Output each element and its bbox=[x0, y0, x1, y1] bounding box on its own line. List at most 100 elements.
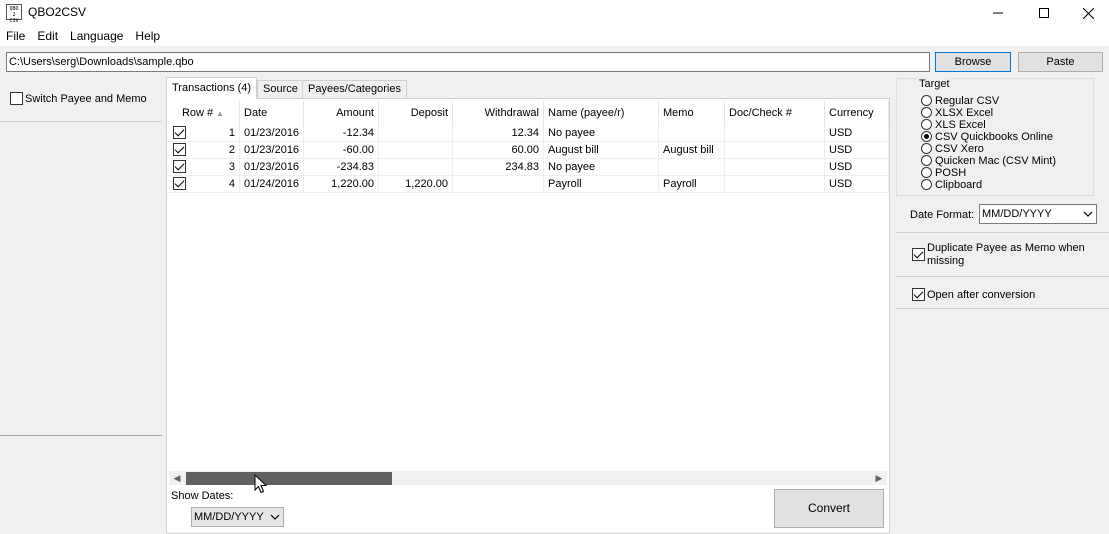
cell-memo bbox=[659, 125, 725, 142]
convert-button[interactable]: Convert bbox=[774, 489, 884, 528]
cell-date: 01/23/2016 bbox=[240, 159, 304, 176]
radio-quicken-mac[interactable] bbox=[921, 155, 932, 166]
cell-doc bbox=[725, 142, 825, 159]
cell-doc bbox=[725, 159, 825, 176]
transactions-panel: Row # ▲ Date Amount Deposit Withdrawal Na… bbox=[166, 98, 890, 534]
menu-language[interactable]: Language bbox=[64, 26, 129, 46]
minimize-button[interactable] bbox=[975, 0, 1021, 26]
duplicate-payee-label[interactable]: Duplicate Payee as Memo when missing bbox=[927, 242, 1097, 268]
cell-memo bbox=[659, 159, 725, 176]
app-icon: QBO 2 CSV bbox=[6, 4, 22, 24]
table-row[interactable]: 1 01/23/2016 -12.34 12.34 No payee USD bbox=[167, 125, 889, 142]
cell-withdrawal: 12.34 bbox=[453, 125, 544, 142]
close-button[interactable] bbox=[1065, 0, 1109, 26]
col-deposit[interactable]: Deposit bbox=[379, 101, 453, 125]
cell-row: 1 bbox=[167, 125, 240, 142]
open-after-label[interactable]: Open after conversion bbox=[927, 289, 1035, 301]
cell-row: 4 bbox=[167, 176, 240, 193]
radio-label[interactable]: CSV Quickbooks Online bbox=[935, 131, 1053, 143]
mouse-cursor-icon bbox=[254, 474, 268, 494]
scrollbar-thumb[interactable] bbox=[186, 472, 392, 485]
col-memo[interactable]: Memo bbox=[659, 101, 725, 125]
row-checkbox[interactable] bbox=[173, 126, 186, 139]
menu-help[interactable]: Help bbox=[129, 26, 166, 46]
radio-xlsx-excel[interactable] bbox=[921, 107, 932, 118]
show-dates-select[interactable]: MM/DD/YYYY bbox=[191, 507, 284, 527]
tab-source[interactable]: Source bbox=[257, 80, 304, 98]
scroll-left-icon[interactable]: ◀ bbox=[169, 471, 185, 485]
row-checkbox[interactable] bbox=[173, 160, 186, 173]
tab-transactions[interactable]: Transactions (4) bbox=[166, 77, 258, 99]
col-doc-check[interactable]: Doc/Check # bbox=[725, 101, 825, 125]
minimize-icon bbox=[993, 12, 1003, 14]
table-row[interactable]: 2 01/23/2016 -60.00 60.00 August bill Au… bbox=[167, 142, 889, 159]
switch-payee-memo-label[interactable]: Switch Payee and Memo bbox=[25, 93, 147, 105]
cell-name: No payee bbox=[544, 159, 659, 176]
radio-label[interactable]: POSH bbox=[935, 167, 966, 179]
divider bbox=[896, 308, 1109, 309]
cell-amount: -60.00 bbox=[304, 142, 379, 159]
radio-csv-xero[interactable] bbox=[921, 143, 932, 154]
cell-amount: -12.34 bbox=[304, 125, 379, 142]
target-title: Target bbox=[918, 78, 951, 90]
date-format-select[interactable]: MM/DD/YYYY bbox=[979, 204, 1097, 224]
radio-posh[interactable] bbox=[921, 167, 932, 178]
col-withdrawal[interactable]: Withdrawal bbox=[453, 101, 544, 125]
cell-date: 01/23/2016 bbox=[240, 125, 304, 142]
col-currency[interactable]: Currency bbox=[825, 101, 889, 125]
divider bbox=[896, 276, 1109, 277]
close-icon bbox=[1082, 7, 1094, 19]
table-row[interactable]: 4 01/24/2016 1,220.00 1,220.00 Payroll P… bbox=[167, 176, 889, 193]
cell-currency: USD bbox=[825, 142, 889, 159]
radio-label[interactable]: Regular CSV bbox=[935, 95, 999, 107]
radio-regular-csv[interactable] bbox=[921, 95, 932, 106]
cell-row: 2 bbox=[167, 142, 240, 159]
radio-xls-excel[interactable] bbox=[921, 119, 932, 130]
file-path-input[interactable]: C:\Users\serg\Downloads\sample.qbo bbox=[6, 52, 930, 72]
browse-button[interactable]: Browse bbox=[935, 52, 1011, 72]
radio-label[interactable]: Quicken Mac (CSV Mint) bbox=[935, 155, 1056, 167]
cell-row: 3 bbox=[167, 159, 240, 176]
cell-date: 01/24/2016 bbox=[240, 176, 304, 193]
open-after-checkbox[interactable] bbox=[912, 288, 925, 301]
col-amount[interactable]: Amount bbox=[304, 101, 379, 125]
paste-button[interactable]: Paste bbox=[1018, 52, 1103, 72]
cell-withdrawal: 60.00 bbox=[453, 142, 544, 159]
radio-csv-quickbooks-online[interactable] bbox=[921, 131, 932, 142]
cell-memo: August bill bbox=[659, 142, 725, 159]
row-checkbox[interactable] bbox=[173, 143, 186, 156]
menu-file[interactable]: File bbox=[0, 26, 31, 46]
row-checkbox[interactable] bbox=[173, 177, 186, 190]
radio-clipboard[interactable] bbox=[921, 179, 932, 190]
col-name[interactable]: Name (payee/r) bbox=[544, 101, 659, 125]
cell-currency: USD bbox=[825, 125, 889, 142]
cell-memo: Payroll bbox=[659, 176, 725, 193]
cell-deposit: 1,220.00 bbox=[379, 176, 453, 193]
switch-payee-memo-checkbox[interactable] bbox=[10, 92, 23, 105]
cell-date: 01/23/2016 bbox=[240, 142, 304, 159]
cell-doc bbox=[725, 176, 825, 193]
col-row[interactable]: Row # ▲ bbox=[167, 101, 240, 125]
menu-edit[interactable]: Edit bbox=[31, 26, 64, 46]
cell-name: August bill bbox=[544, 142, 659, 159]
chevron-down-icon bbox=[270, 514, 280, 520]
tab-payees-categories[interactable]: Payees/Categories bbox=[302, 80, 407, 98]
radio-label[interactable]: XLSX Excel bbox=[935, 107, 993, 119]
cell-name: No payee bbox=[544, 125, 659, 142]
table-row[interactable]: 3 01/23/2016 -234.83 234.83 No payee USD bbox=[167, 159, 889, 176]
menu-bar: File Edit Language Help bbox=[0, 26, 1109, 46]
radio-label[interactable]: CSV Xero bbox=[935, 143, 984, 155]
maximize-button[interactable] bbox=[1021, 0, 1067, 26]
window-title: QBO2CSV bbox=[28, 5, 87, 19]
duplicate-payee-checkbox[interactable] bbox=[912, 248, 925, 261]
cell-deposit bbox=[379, 142, 453, 159]
radio-label[interactable]: Clipboard bbox=[935, 179, 982, 191]
scroll-right-icon[interactable]: ▶ bbox=[871, 471, 887, 485]
cell-doc bbox=[725, 125, 825, 142]
title-bar: QBO 2 CSV QBO2CSV bbox=[0, 0, 1109, 26]
grid-header: Row # ▲ Date Amount Deposit Withdrawal Na… bbox=[167, 101, 889, 125]
radio-label[interactable]: XLS Excel bbox=[935, 119, 986, 131]
col-date[interactable]: Date bbox=[240, 101, 304, 125]
horizontal-scrollbar[interactable]: ◀ ▶ bbox=[169, 471, 887, 485]
sort-asc-icon: ▲ bbox=[216, 109, 225, 118]
